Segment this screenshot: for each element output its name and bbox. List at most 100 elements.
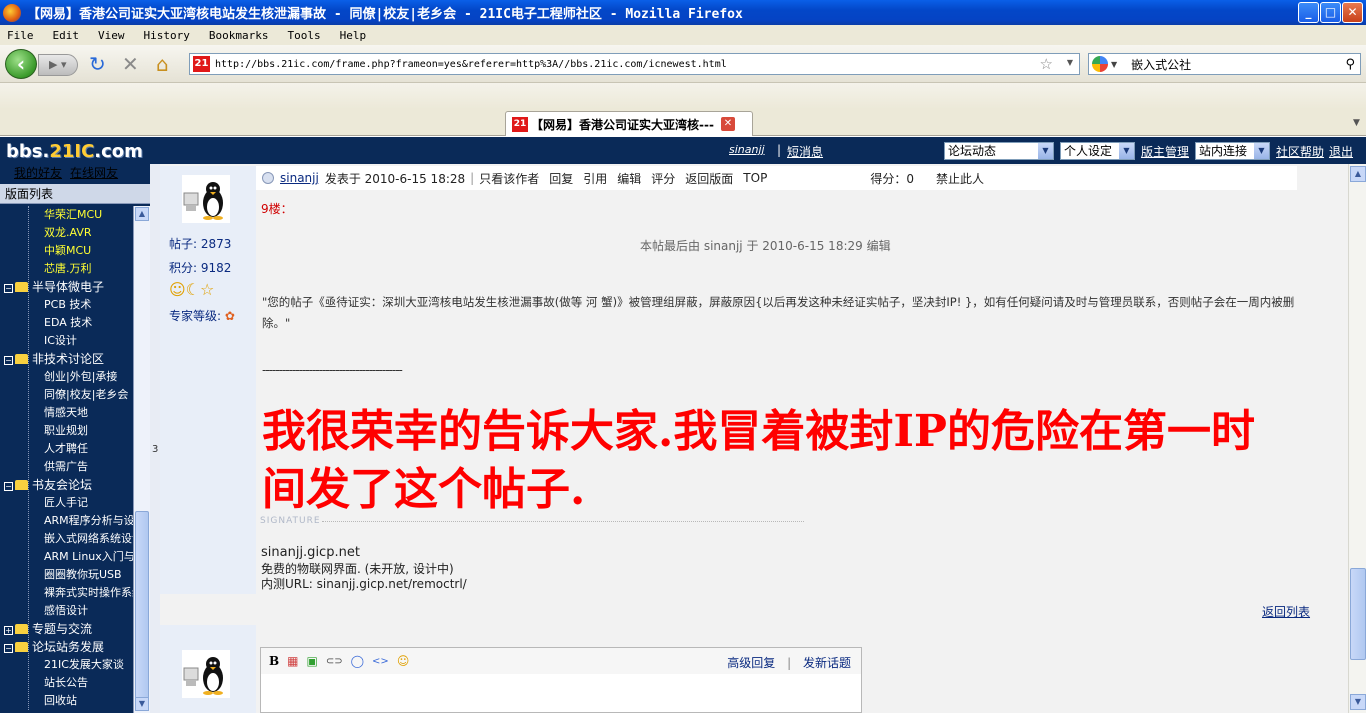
logout-link[interactable]: 退出 (1329, 143, 1353, 160)
only-author-link[interactable]: 只看该作者 (479, 170, 539, 187)
forum-item-6[interactable]: EDA 技术 (44, 314, 92, 332)
site-logo[interactable]: bbs.21IC.com (6, 141, 143, 162)
back-button[interactable]: ‹ (5, 49, 37, 79)
url-text[interactable]: http://bbs.21ic.com/frame.php?frameon=ye… (215, 59, 727, 70)
menu-history[interactable]: History (144, 29, 190, 42)
site-links-select[interactable]: 站内连接 ▼ (1195, 142, 1270, 160)
forum-item-16[interactable]: 匠人手记 (44, 494, 88, 512)
forum-item-22[interactable]: 感悟设计 (44, 602, 88, 620)
reload-icon[interactable]: ↻ (89, 54, 106, 74)
google-icon[interactable] (1092, 56, 1108, 72)
new-topic-link[interactable]: 发新话题 (803, 656, 851, 670)
menu-edit[interactable]: Edit (53, 29, 80, 42)
rate-link[interactable]: 评分 (651, 170, 675, 187)
forum-item-17[interactable]: ARM程序分析与设计 (44, 512, 133, 530)
forum-item-7[interactable]: IC设计 (44, 332, 77, 350)
forum-item-13[interactable]: 人才聘任 (44, 440, 88, 458)
moderator-link[interactable]: 版主管理 (1141, 143, 1189, 160)
scroll-down-icon[interactable]: ▼ (1350, 694, 1366, 710)
smiley-icon[interactable]: ☺ (397, 654, 410, 668)
menu-tools[interactable]: Tools (287, 29, 320, 42)
maximize-button[interactable]: □ (1320, 2, 1341, 23)
ban-user-link[interactable]: 禁止此人 (936, 170, 984, 187)
forum-item-1[interactable]: 双龙.AVR (44, 224, 92, 242)
quote-link[interactable]: 引用 (583, 170, 607, 187)
top-link[interactable]: TOP (743, 171, 767, 185)
search-icon[interactable]: ⚲ (1345, 57, 1355, 72)
link-icon[interactable]: ⊂⊃ (326, 656, 343, 667)
forum-item-3[interactable]: 芯唐.万利 (44, 260, 92, 278)
frame-divider[interactable]: 3 (150, 164, 160, 713)
forum-item-20[interactable]: 圈圈教你玩USB (44, 566, 122, 584)
menu-view[interactable]: View (98, 29, 125, 42)
help-link[interactable]: 社区帮助 (1276, 143, 1324, 160)
edit-link[interactable]: 编辑 (617, 170, 641, 187)
minimize-button[interactable]: _ (1298, 2, 1319, 23)
avatar[interactable] (182, 650, 230, 698)
collapse-icon[interactable]: − (4, 356, 13, 365)
expand-icon[interactable]: + (4, 626, 13, 635)
friends-link[interactable]: 我的好友 (14, 166, 62, 180)
forum-group-24[interactable]: − 论坛站务发展 (4, 638, 104, 656)
forum-item-9[interactable]: 创业|外包|承接 (44, 368, 117, 386)
forum-item-26[interactable]: 站长公告 (44, 674, 88, 692)
main-scrollbar-thumb[interactable] (1350, 568, 1366, 660)
advanced-reply-link[interactable]: 高级回复 (727, 656, 775, 670)
search-bar[interactable]: ▼ 嵌入式公社 ⚲ (1088, 53, 1361, 75)
tab-list-dropdown-icon[interactable]: ▼ (1347, 112, 1366, 134)
menu-help[interactable]: Help (340, 29, 367, 42)
reply-editor[interactable]: B ▦ ▣ ⊂⊃ ◯ <> ☺ 高级回复 | 发新话题 (260, 647, 862, 713)
forum-item-27[interactable]: 回收站 (44, 692, 77, 710)
menu-file[interactable]: File (7, 29, 34, 42)
forum-item-0[interactable]: 华荣汇MCU (44, 206, 102, 224)
messages-link[interactable]: 短消息 (787, 143, 823, 160)
avatar[interactable] (182, 175, 230, 223)
left-scrollbar[interactable]: ▲ ▼ (133, 206, 150, 713)
forum-item-18[interactable]: 嵌入式网络系统设计 (44, 530, 133, 548)
scroll-up-icon[interactable]: ▲ (135, 207, 149, 221)
back-to-list-link[interactable]: 返回列表 (1262, 603, 1310, 620)
forum-item-19[interactable]: ARM Linux入门与实践 (44, 548, 133, 566)
close-window-button[interactable]: ✕ (1342, 2, 1363, 23)
forum-item-5[interactable]: PCB 技术 (44, 296, 91, 314)
url-bar[interactable]: 21 http://bbs.21ic.com/frame.php?frameon… (189, 53, 1080, 75)
stop-icon[interactable]: ✕ (122, 54, 139, 74)
search-engine-dropdown-icon[interactable]: ▼ (1111, 60, 1117, 69)
forum-item-14[interactable]: 供需广告 (44, 458, 88, 476)
personal-settings-select[interactable]: 个人设定 ▼ (1060, 142, 1135, 160)
forum-item-10[interactable]: 同僚|校友|老乡会 (44, 386, 128, 404)
forum-item-25[interactable]: 21IC发展大家谈 (44, 656, 124, 674)
forum-item-2[interactable]: 中颖MCU (44, 242, 91, 260)
author-link[interactable]: sinanjj (280, 171, 319, 185)
forum-group-23[interactable]: + 专题与交流 (4, 620, 92, 638)
quote-icon[interactable]: ◯ (351, 654, 364, 668)
forum-group-8[interactable]: − 非技术讨论区 (4, 350, 104, 368)
code-icon[interactable]: <> (372, 656, 389, 667)
color-icon[interactable]: ▦ (287, 654, 298, 668)
home-icon[interactable]: ⌂ (156, 54, 169, 74)
forum-activity-select[interactable]: 论坛动态 ▼ (944, 142, 1054, 160)
forum-item-21[interactable]: 裸奔式实时操作系统 (44, 584, 133, 602)
forward-button[interactable]: ▶ ▾ (38, 54, 78, 76)
collapse-icon[interactable]: − (4, 644, 13, 653)
forum-item-12[interactable]: 职业规划 (44, 422, 88, 440)
bold-icon[interactable]: B (269, 654, 279, 668)
forum-group-4[interactable]: − 半导体微电子 (4, 278, 104, 296)
url-dropdown-icon[interactable]: ▼ (1067, 58, 1073, 67)
tab-close-icon[interactable]: ✕ (721, 117, 735, 131)
reply-link[interactable]: 回复 (549, 170, 573, 187)
left-scrollbar-thumb[interactable] (135, 511, 149, 701)
search-input[interactable]: 嵌入式公社 (1131, 56, 1345, 73)
scroll-down-icon[interactable]: ▼ (135, 697, 149, 711)
forum-group-15[interactable]: − 书友会论坛 (4, 476, 92, 494)
return-board-link[interactable]: 返回版面 (685, 170, 733, 187)
main-scrollbar[interactable]: ▲ ▼ (1348, 164, 1366, 713)
collapse-icon[interactable]: − (4, 482, 13, 491)
online-users-link[interactable]: 在线网友 (70, 166, 118, 180)
star-icon[interactable]: ☆ (1040, 55, 1053, 73)
tab-active[interactable]: 21 【网易】香港公司证实大亚湾核--- ✕ (505, 111, 753, 136)
image-icon[interactable]: ▣ (307, 654, 318, 668)
collapse-icon[interactable]: − (4, 284, 13, 293)
menu-bookmarks[interactable]: Bookmarks (209, 29, 269, 42)
scroll-up-icon[interactable]: ▲ (1350, 166, 1366, 182)
